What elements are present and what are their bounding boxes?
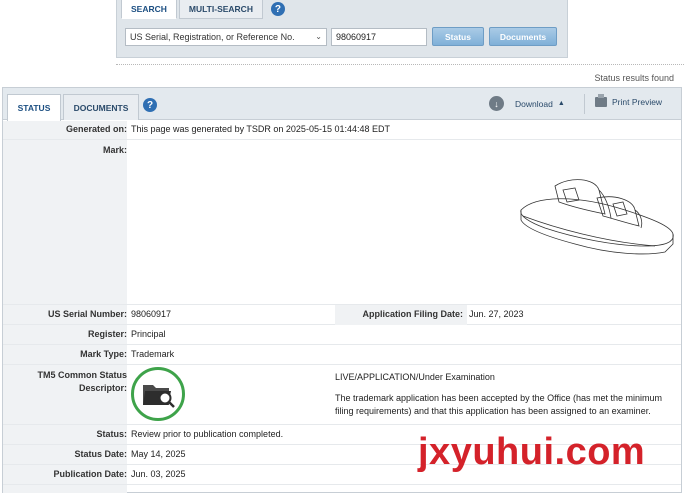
tm5-description-text: The trademark application has been accep… [335,393,663,416]
filing-date-label: Application Filing Date: [362,309,464,319]
tm5-status-text: LIVE/APPLICATION/Under Examination [335,372,495,382]
tab-status[interactable]: STATUS [7,94,61,121]
search-row: US Serial, Registration, or Reference No… [125,27,557,46]
print-preview-button[interactable]: Print Preview [595,94,663,107]
sandal-drawing [520,179,674,255]
download-button[interactable]: ↓ Download ▲ [489,96,565,111]
download-label: Download [515,98,553,109]
register-label: Register: [87,329,127,339]
status-value: Review prior to publication completed. [131,429,284,439]
tm5-label-line1: TM5 Common Status [37,370,127,380]
mark-image [131,140,681,305]
printer-icon [595,94,607,107]
search-tabs: SEARCH MULTI-SEARCH ? [121,0,285,19]
search-type-value: US Serial, Registration, or Reference No… [130,31,295,42]
toolbar-separator [584,94,585,114]
watermark: jxyuhui.com [418,431,646,473]
mark-type-label: Mark Type: [80,349,127,359]
tab-search[interactable]: SEARCH [121,0,177,19]
serial-number-value: 98060917 [131,309,172,319]
status-date-value: May 14, 2025 [131,449,186,459]
row-serial-number: US Serial Number: 98060917 Application F… [3,305,681,325]
status-tab-bar: STATUS DOCUMENTS ? ↓ Download ▲ Print Pr… [3,88,681,121]
generated-on-label: Generated on: [65,124,127,134]
tab-multi-search[interactable]: MULTI-SEARCH [178,0,263,19]
status-label: Status: [96,429,127,439]
caret-up-icon: ▲ [557,100,565,107]
serial-number-label: US Serial Number: [47,309,127,319]
tab-documents[interactable]: DOCUMENTS [63,94,139,120]
documents-button[interactable]: Documents [489,27,557,46]
publication-date-label: Publication Date: [53,469,127,479]
row-generated-on: Generated on: This page was generated by… [3,121,681,140]
chevron-down-icon: ⌄ [315,31,322,41]
tm5-label-line2: Descriptor: [78,383,127,393]
download-icon: ↓ [489,96,504,111]
folder-search-graphic [143,385,175,408]
folder-search-icon [131,367,185,421]
search-type-select[interactable]: US Serial, Registration, or Reference No… [125,27,327,46]
help-icon[interactable]: ? [270,2,285,16]
status-button[interactable]: Status [432,27,484,46]
mark-type-value: Trademark [131,349,175,359]
help-icon[interactable]: ? [143,98,157,112]
search-panel: SEARCH MULTI-SEARCH ? US Serial, Registr… [116,0,568,58]
register-value: Principal [131,329,166,339]
filing-date-value: Jun. 27, 2023 [469,309,524,319]
serial-number-input[interactable] [331,27,427,46]
divider [116,64,684,65]
row-mark-type: Mark Type: Trademark [3,345,681,365]
row-register: Register: Principal [3,325,681,345]
generated-on-value: This page was generated by TSDR on 2025-… [131,124,390,134]
print-preview-label: Print Preview [612,97,663,107]
status-date-label: Status Date: [74,449,127,459]
results-found-text: Status results found [594,73,674,83]
mark-label: Mark: [102,145,127,155]
publication-date-value: Jun. 03, 2025 [131,469,186,479]
